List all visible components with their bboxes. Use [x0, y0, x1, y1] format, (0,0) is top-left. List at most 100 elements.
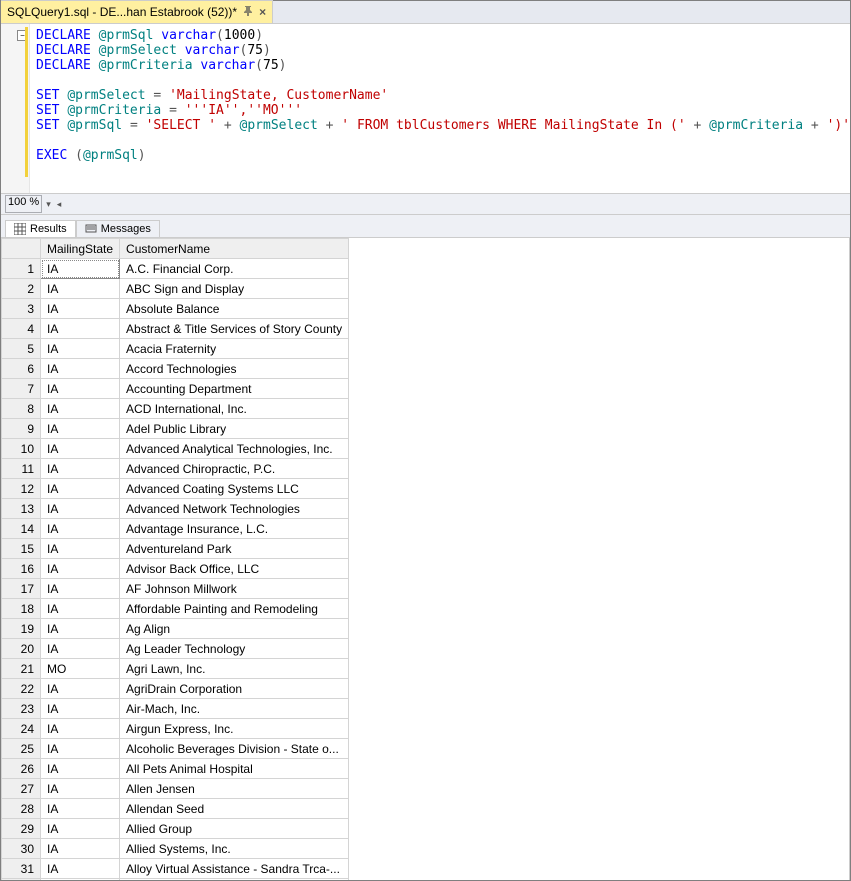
table-row[interactable]: 6IAAccord Technologies [2, 359, 349, 379]
cell-customername[interactable]: Allendan Seed [120, 799, 349, 819]
cell-mailingstate[interactable]: IA [41, 379, 120, 399]
cell-customername[interactable]: Alcoholic Beverages Division - State o..… [120, 739, 349, 759]
cell-customername[interactable]: Accounting Department [120, 379, 349, 399]
cell-mailingstate[interactable]: IA [41, 779, 120, 799]
cell-customername[interactable]: AF Johnson Millwork [120, 579, 349, 599]
cell-customername[interactable]: Advantage Insurance, L.C. [120, 519, 349, 539]
cell-customername[interactable]: AgriDrain Corporation [120, 679, 349, 699]
table-row[interactable]: 4IAAbstract & Title Services of Story Co… [2, 319, 349, 339]
document-tab[interactable]: SQLQuery1.sql - DE...han Estabrook (52))… [1, 0, 273, 23]
cell-customername[interactable]: Allied Systems, Inc. [120, 839, 349, 859]
cell-mailingstate[interactable]: IA [41, 859, 120, 879]
cell-mailingstate[interactable]: IA [41, 619, 120, 639]
cell-customername[interactable]: Ag Leader Technology [120, 639, 349, 659]
cell-mailingstate[interactable]: IA [41, 559, 120, 579]
cell-customername[interactable]: Absolute Balance [120, 299, 349, 319]
cell-customername[interactable]: Advisor Back Office, LLC [120, 559, 349, 579]
cell-mailingstate[interactable]: IA [41, 439, 120, 459]
cell-customername[interactable]: Advanced Coating Systems LLC [120, 479, 349, 499]
table-row[interactable]: 21MOAgri Lawn, Inc. [2, 659, 349, 679]
table-row[interactable]: 26IAAll Pets Animal Hospital [2, 759, 349, 779]
cell-mailingstate[interactable]: IA [41, 699, 120, 719]
cell-customername[interactable]: ACD International, Inc. [120, 399, 349, 419]
cell-customername[interactable]: Adel Public Library [120, 419, 349, 439]
cell-customername[interactable]: Advanced Chiropractic, P.C. [120, 459, 349, 479]
sql-editor[interactable]: − DECLARE @prmSql varchar(1000) DECLARE … [1, 24, 850, 193]
cell-mailingstate[interactable]: IA [41, 799, 120, 819]
table-row[interactable]: 7IAAccounting Department [2, 379, 349, 399]
cell-mailingstate[interactable]: IA [41, 739, 120, 759]
cell-customername[interactable]: Allied Group [120, 819, 349, 839]
tab-results[interactable]: Results [5, 220, 76, 237]
cell-mailingstate[interactable]: IA [41, 419, 120, 439]
table-row[interactable]: 5IAAcacia Fraternity [2, 339, 349, 359]
cell-customername[interactable]: Allen Jensen [120, 779, 349, 799]
table-row[interactable]: 12IAAdvanced Coating Systems LLC [2, 479, 349, 499]
table-row[interactable]: 13IAAdvanced Network Technologies [2, 499, 349, 519]
cell-mailingstate[interactable]: IA [41, 319, 120, 339]
cell-mailingstate[interactable]: IA [41, 839, 120, 859]
table-row[interactable]: 28IAAllendan Seed [2, 799, 349, 819]
close-icon[interactable]: × [259, 5, 266, 19]
table-row[interactable]: 16IAAdvisor Back Office, LLC [2, 559, 349, 579]
table-row[interactable]: 25IAAlcoholic Beverages Division - State… [2, 739, 349, 759]
cell-mailingstate[interactable]: IA [41, 459, 120, 479]
table-row[interactable]: 15IAAdventureland Park [2, 539, 349, 559]
cell-customername[interactable]: Acacia Fraternity [120, 339, 349, 359]
cell-mailingstate[interactable]: IA [41, 679, 120, 699]
table-row[interactable]: 1IAA.C. Financial Corp. [2, 259, 349, 279]
table-row[interactable]: 23IAAir-Mach, Inc. [2, 699, 349, 719]
table-row[interactable]: 3IAAbsolute Balance [2, 299, 349, 319]
table-row[interactable]: 30IAAllied Systems, Inc. [2, 839, 349, 859]
cell-customername[interactable]: All Pets Animal Hospital [120, 759, 349, 779]
cell-mailingstate[interactable]: IA [41, 719, 120, 739]
table-row[interactable]: 10IAAdvanced Analytical Technologies, In… [2, 439, 349, 459]
cell-mailingstate[interactable]: IA [41, 599, 120, 619]
col-mailingstate[interactable]: MailingState [41, 239, 120, 259]
cell-customername[interactable]: ABC Sign and Display [120, 279, 349, 299]
cell-customername[interactable]: Airgun Express, Inc. [120, 719, 349, 739]
code-area[interactable]: DECLARE @prmSql varchar(1000) DECLARE @p… [30, 24, 850, 193]
cell-mailingstate[interactable]: IA [41, 259, 120, 279]
cell-mailingstate[interactable]: IA [41, 499, 120, 519]
cell-mailingstate[interactable]: IA [41, 519, 120, 539]
table-row[interactable]: 19IAAg Align [2, 619, 349, 639]
table-row[interactable]: 17IAAF Johnson Millwork [2, 579, 349, 599]
table-row[interactable]: 2IAABC Sign and Display [2, 279, 349, 299]
cell-customername[interactable]: Ag Align [120, 619, 349, 639]
cell-mailingstate[interactable]: IA [41, 879, 120, 881]
table-row[interactable]: 14IAAdvantage Insurance, L.C. [2, 519, 349, 539]
zoom-selector[interactable]: 100 % [5, 195, 42, 213]
cell-mailingstate[interactable]: IA [41, 339, 120, 359]
cell-mailingstate[interactable]: IA [41, 639, 120, 659]
cell-mailingstate[interactable]: IA [41, 579, 120, 599]
cell-customername[interactable]: A.C. Financial Corp. [120, 259, 349, 279]
cell-customername[interactable]: Advanced Analytical Technologies, Inc. [120, 439, 349, 459]
cell-mailingstate[interactable]: IA [41, 359, 120, 379]
cell-customername[interactable]: Accord Technologies [120, 359, 349, 379]
table-row[interactable]: 18IAAffordable Painting and Remodeling [2, 599, 349, 619]
pin-icon[interactable] [243, 5, 253, 19]
table-row[interactable]: 29IAAllied Group [2, 819, 349, 839]
cell-mailingstate[interactable]: IA [41, 299, 120, 319]
cell-mailingstate[interactable]: IA [41, 819, 120, 839]
cell-mailingstate[interactable]: IA [41, 399, 120, 419]
cell-customername[interactable]: Advanced Network Technologies [120, 499, 349, 519]
cell-customername[interactable]: Affordable Painting and Remodeling [120, 599, 349, 619]
scroll-left-icon[interactable]: ◂ [57, 199, 62, 210]
cell-customername[interactable]: Agri Lawn, Inc. [120, 659, 349, 679]
table-row[interactable]: 8IAACD International, Inc. [2, 399, 349, 419]
cell-customername[interactable]: Air-Mach, Inc. [120, 699, 349, 719]
results-grid[interactable]: MailingState CustomerName 1IAA.C. Financ… [1, 238, 349, 880]
cell-mailingstate[interactable]: MO [41, 659, 120, 679]
cell-mailingstate[interactable]: IA [41, 479, 120, 499]
col-customername[interactable]: CustomerName [120, 239, 349, 259]
table-row[interactable]: 32IAAllsteel, Inc. [2, 879, 349, 881]
cell-customername[interactable]: Adventureland Park [120, 539, 349, 559]
table-row[interactable]: 22IAAgriDrain Corporation [2, 679, 349, 699]
tab-messages[interactable]: Messages [76, 220, 160, 237]
results-grid-wrap[interactable]: MailingState CustomerName 1IAA.C. Financ… [1, 238, 850, 880]
cell-mailingstate[interactable]: IA [41, 759, 120, 779]
cell-mailingstate[interactable]: IA [41, 539, 120, 559]
table-row[interactable]: 27IAAllen Jensen [2, 779, 349, 799]
